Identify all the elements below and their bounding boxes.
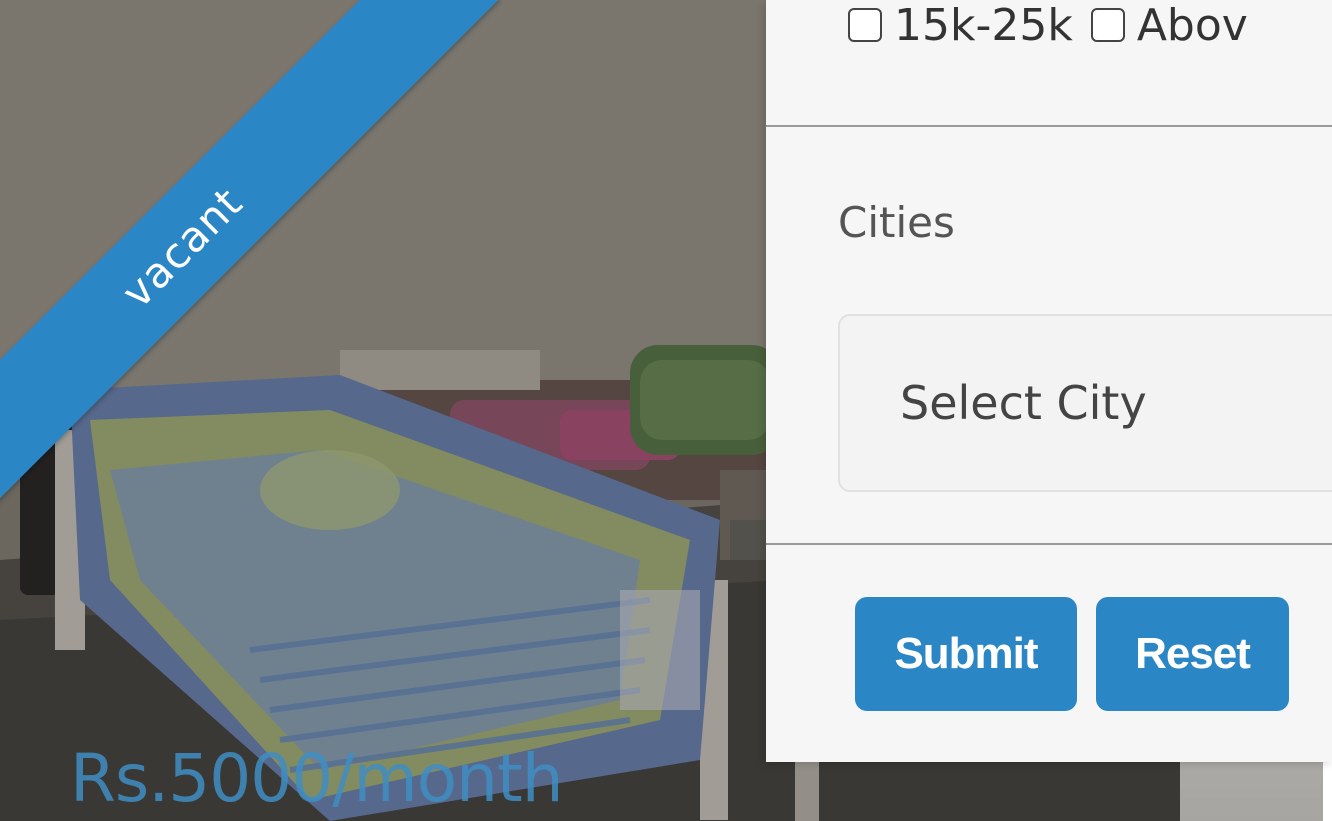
divider <box>766 543 1332 545</box>
background-edge <box>1323 760 1332 821</box>
submit-button[interactable]: Submit <box>855 597 1077 711</box>
cities-label: Cities <box>838 198 955 247</box>
divider <box>766 125 1332 127</box>
reset-button[interactable]: Reset <box>1096 597 1289 711</box>
city-select-value: Select City <box>900 376 1147 430</box>
page: vacant Rs.5000/month 15k-25k Abov Cities… <box>0 0 1332 821</box>
budget-option-15k-25k[interactable]: 15k-25k <box>848 0 1073 51</box>
budget-option-above[interactable]: Abov <box>1090 0 1248 51</box>
city-select[interactable]: Select City <box>838 314 1332 492</box>
budget-checkbox-above[interactable] <box>1090 8 1125 42</box>
budget-checkbox-15k-25k[interactable] <box>848 8 882 42</box>
budget-option-label: 15k-25k <box>894 0 1073 51</box>
listing-price: Rs.5000/month <box>70 740 564 817</box>
filter-panel: 15k-25k Abov Cities Select City Submit R… <box>766 0 1332 762</box>
budget-options: 15k-25k Abov <box>848 0 1266 68</box>
budget-option-label: Abov <box>1136 0 1248 51</box>
